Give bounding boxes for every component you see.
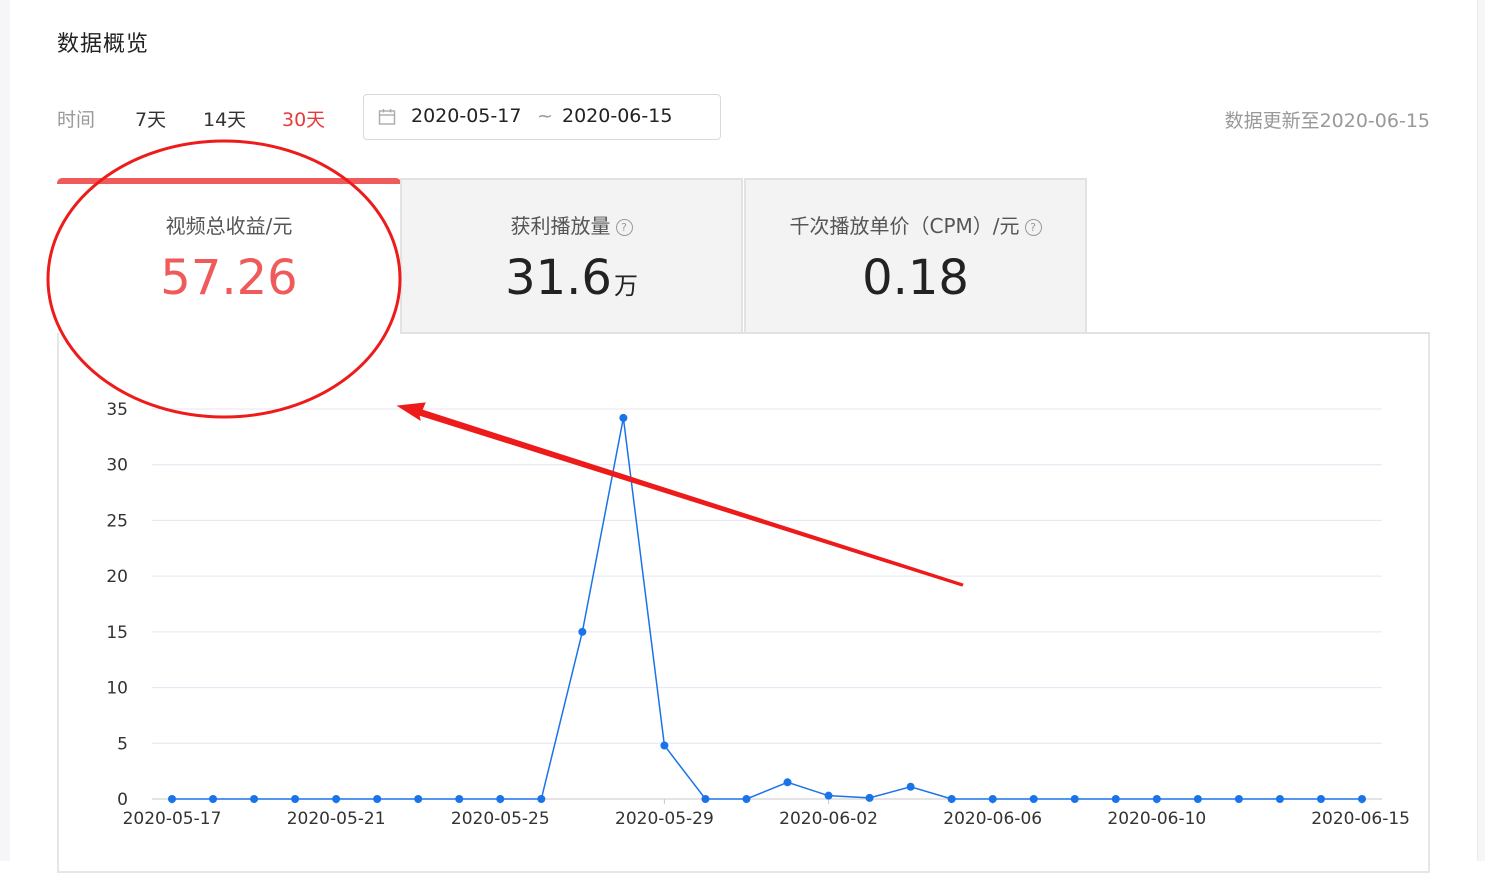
tab-monetized-plays-unit: 万 xyxy=(613,272,638,300)
tab-total-revenue-label: 视频总收益/元 xyxy=(165,214,293,238)
date-range-picker[interactable]: 2020-05-17 ~ 2020-06-15 xyxy=(363,94,721,140)
date-start[interactable]: 2020-05-17 xyxy=(411,105,521,127)
page-margin-left xyxy=(0,0,10,861)
data-updated-text: 数据更新至2020-06-15 xyxy=(1224,110,1430,132)
panel-border-right xyxy=(1477,0,1478,861)
page-margin-right xyxy=(1477,0,1485,861)
chart-panel-top-border xyxy=(400,332,1430,334)
tab-cpm-label: 千次播放单价（CPM）/元? xyxy=(746,210,1085,239)
tab-cpm-label-text: 千次播放单价（CPM）/元 xyxy=(789,214,1020,238)
tab-monetized-plays-value: 31.6万 xyxy=(402,250,741,306)
range-14-days[interactable]: 14天 xyxy=(203,105,246,132)
range-30-days[interactable]: 30天 xyxy=(282,105,325,132)
date-separator: ~ xyxy=(537,105,553,127)
tab-cpm[interactable]: 千次播放单价（CPM）/元? 0.18 xyxy=(744,178,1087,334)
help-icon[interactable]: ? xyxy=(615,219,633,236)
calendar-icon xyxy=(378,109,396,125)
tab-total-revenue[interactable]: 视频总收益/元 57.26 xyxy=(57,178,401,334)
time-filter-label: 时间 xyxy=(57,109,96,131)
tab-monetized-plays-label: 获利播放量? xyxy=(402,210,741,239)
date-end[interactable]: 2020-06-15 xyxy=(562,105,672,127)
tab-monetized-plays[interactable]: 获利播放量? 31.6万 xyxy=(400,178,743,334)
range-7-days[interactable]: 7天 xyxy=(135,105,166,132)
tab-total-revenue-number: 57.26 xyxy=(160,250,298,306)
tab-total-revenue-value: 57.26 xyxy=(57,250,401,306)
tab-monetized-plays-number: 31.6 xyxy=(505,250,612,306)
tab-monetized-plays-label-text: 获利播放量 xyxy=(510,214,611,238)
tab-cpm-value: 0.18 xyxy=(746,250,1085,306)
tab-cpm-number: 0.18 xyxy=(862,250,969,306)
chart-panel xyxy=(57,333,1430,873)
page-title: 数据概览 xyxy=(57,32,150,57)
help-icon[interactable]: ? xyxy=(1024,219,1042,236)
